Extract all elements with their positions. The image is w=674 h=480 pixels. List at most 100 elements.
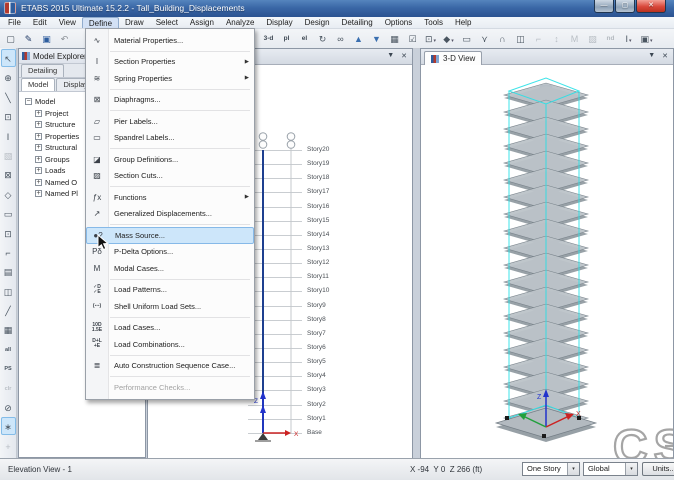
menubar-view[interactable]: View bbox=[53, 17, 82, 28]
open-model-button[interactable]: ✎ bbox=[20, 30, 37, 46]
tree-expander-icon[interactable]: + bbox=[35, 167, 42, 175]
menu-item-auto-construction-sequence-case[interactable]: ≣ Auto Construction Sequence Case... bbox=[86, 358, 254, 375]
inactive-tool-button[interactable]: M bbox=[566, 30, 583, 46]
tree-expander-icon[interactable]: + bbox=[35, 190, 42, 198]
menubar-detailing[interactable]: Detailing bbox=[336, 17, 379, 28]
object-view-options-button[interactable]: ⊡ bbox=[422, 30, 439, 46]
minimize-button[interactable]: — bbox=[594, 0, 614, 13]
menu-item-diaphragms[interactable]: ⊠ Diaphragms... bbox=[86, 92, 254, 109]
panel-collapse-icon[interactable]: ▼ bbox=[387, 52, 394, 60]
panel-collapse-icon[interactable]: ▼ bbox=[648, 52, 655, 60]
inactive-tool-button[interactable]: ▨ bbox=[584, 30, 601, 46]
clear-selection-button[interactable]: clr bbox=[1, 379, 16, 397]
tree-expander-icon[interactable]: + bbox=[35, 155, 42, 163]
menu-item-load-combinations[interactable]: D+L +E Load Combinations... bbox=[86, 336, 254, 353]
nd-tool-button[interactable]: nd bbox=[602, 30, 619, 46]
draw-floor-button[interactable]: ◇ bbox=[1, 185, 16, 203]
panel-close-icon[interactable]: ✕ bbox=[401, 52, 407, 60]
select-previous-button[interactable]: PS bbox=[1, 359, 16, 377]
draw-link-button[interactable]: ╱ bbox=[1, 301, 16, 319]
quick-draw-wall-button[interactable]: ▤ bbox=[1, 262, 16, 280]
menu-item-spring-properties[interactable]: ≋ Spring Properties ▶ bbox=[86, 70, 254, 87]
tab-detailing[interactable]: Detailing bbox=[21, 64, 65, 77]
menu-item-modal-cases[interactable]: M Modal Cases... bbox=[86, 260, 254, 277]
tree-expander-icon[interactable]: + bbox=[35, 144, 42, 152]
quick-draw-frame-button[interactable]: I bbox=[1, 127, 16, 145]
close-button[interactable]: ✕ bbox=[636, 0, 666, 13]
tree-expander-icon[interactable]: + bbox=[35, 109, 42, 117]
menubar-edit[interactable]: Edit bbox=[27, 17, 53, 28]
quick-draw-braces-button[interactable]: ▧ bbox=[1, 146, 16, 164]
text-style-button[interactable]: I bbox=[620, 30, 637, 46]
menu-item-group-definitions[interactable]: ◪ Group Definitions... bbox=[86, 151, 254, 168]
wall-elevation-button[interactable]: ◫ bbox=[512, 30, 529, 46]
draw-frame-button[interactable]: ⊡ bbox=[1, 107, 16, 125]
menubar-analyze[interactable]: Analyze bbox=[220, 17, 260, 28]
quick-draw-secondary-beams-button[interactable]: ⊠ bbox=[1, 165, 16, 183]
menu-item-section-cuts[interactable]: ▨ Section Cuts... bbox=[86, 168, 254, 185]
menubar-select[interactable]: Select bbox=[150, 17, 184, 28]
select-all-button[interactable]: all bbox=[1, 340, 16, 358]
inactive-tool-button[interactable]: ↕ bbox=[548, 30, 565, 46]
menubar-tools[interactable]: Tools bbox=[418, 17, 449, 28]
rotate-3d-view-button[interactable]: ↻ bbox=[314, 30, 331, 46]
menu-item-p-delta-options[interactable]: Pδ P-Delta Options... bbox=[86, 244, 254, 261]
tab-model[interactable]: Model bbox=[21, 78, 56, 91]
menubar-display[interactable]: Display bbox=[260, 17, 298, 28]
draw-rectangular-floor-button[interactable]: ▭ bbox=[1, 204, 16, 222]
tree-expander-icon[interactable]: − bbox=[25, 98, 32, 106]
menu-item-pier-labels[interactable]: ▱ Pier Labels... bbox=[86, 113, 254, 130]
show-joints-button[interactable]: ∗ bbox=[0, 417, 16, 436]
menu-item-load-patterns[interactable]: ✓D ✓E Load Patterns... bbox=[86, 282, 254, 299]
menu-item-material-properties[interactable]: ∿ Material Properties... bbox=[86, 32, 254, 49]
inactive-tool-button[interactable]: ⌐ bbox=[530, 30, 547, 46]
tree-expander-icon[interactable]: + bbox=[35, 132, 42, 140]
area-display-button[interactable]: ▣ bbox=[638, 30, 655, 46]
edit-grid-button[interactable]: ▦ bbox=[1, 320, 16, 338]
menubar-design[interactable]: Design bbox=[299, 17, 336, 28]
move-story-down-button[interactable]: ▼ bbox=[368, 30, 385, 46]
move-story-up-button[interactable]: ▲ bbox=[350, 30, 367, 46]
menubar-define[interactable]: Define bbox=[81, 17, 120, 28]
menu-item-section-properties[interactable]: I Section Properties ▶ bbox=[86, 54, 254, 71]
menu-item-shell-uniform-load-sets[interactable]: (⋯) Shell Uniform Load Sets... bbox=[86, 298, 254, 315]
draw-joint-button[interactable]: ╲ bbox=[1, 88, 16, 106]
display-options-button[interactable]: ☑ bbox=[404, 30, 421, 46]
three-d-view-canvas[interactable]: Z X CS bbox=[421, 65, 673, 459]
view-3d-button[interactable]: 3-d bbox=[260, 30, 277, 46]
elevation-view-button[interactable]: el bbox=[296, 30, 313, 46]
new-model-button[interactable]: ▢ bbox=[2, 30, 19, 46]
save-model-button[interactable]: ▣ bbox=[38, 30, 55, 46]
undo-button[interactable]: ↶ bbox=[56, 30, 73, 46]
menubar-help[interactable]: Help bbox=[449, 17, 477, 28]
perspective-toggle-button[interactable]: ∞ bbox=[332, 30, 349, 46]
tree-expander-icon[interactable]: + bbox=[35, 121, 42, 129]
menu-item-mass-source[interactable]: ●? Mass Source... bbox=[86, 227, 254, 244]
menu-item-spandrel-labels[interactable]: ▭ Spandrel Labels... bbox=[86, 130, 254, 147]
menubar-draw[interactable]: Draw bbox=[119, 17, 150, 28]
deselect-button[interactable]: ⊘ bbox=[1, 398, 16, 416]
menubar-file[interactable]: File bbox=[2, 17, 27, 28]
menu-item-generalized-displacements[interactable]: ↗ Generalized Displacements... bbox=[86, 206, 254, 223]
building-elevation-button[interactable]: ∩ bbox=[494, 30, 511, 46]
quick-draw-area-button[interactable]: ◫ bbox=[1, 282, 16, 300]
plan-view-button[interactable]: pl bbox=[278, 30, 295, 46]
maximize-button[interactable]: ▢ bbox=[615, 0, 635, 13]
snap-toggle-button[interactable]: + bbox=[1, 437, 16, 455]
select-pointer-button[interactable]: ↖ bbox=[0, 49, 16, 67]
snap-options-button[interactable]: ⋎ bbox=[476, 30, 493, 46]
story-selector-dropdown[interactable]: One Story ▾ bbox=[522, 462, 580, 476]
menubar-options[interactable]: Options bbox=[379, 17, 419, 28]
menu-item-performance-checks[interactable]: Performance Checks... bbox=[86, 379, 254, 396]
menu-item-load-cases[interactable]: 10D 1.5E Load Cases... bbox=[86, 320, 254, 337]
tab-3d-view[interactable]: 3-D View bbox=[424, 51, 483, 65]
coordinate-system-dropdown[interactable]: Global ▾ bbox=[583, 462, 638, 476]
menu-item-functions[interactable]: ƒx Functions ▶ bbox=[86, 189, 254, 206]
draw-wall-button[interactable]: ⌐ bbox=[1, 243, 16, 261]
window-layout-button[interactable]: ▦ bbox=[386, 30, 403, 46]
rubber-band-zoom-button[interactable]: ▭ bbox=[458, 30, 475, 46]
menubar-assign[interactable]: Assign bbox=[184, 17, 220, 28]
units-button[interactable]: Units... bbox=[642, 462, 674, 476]
shrink-objects-button[interactable]: ◆ bbox=[440, 30, 457, 46]
panel-close-icon[interactable]: ✕ bbox=[662, 52, 668, 60]
